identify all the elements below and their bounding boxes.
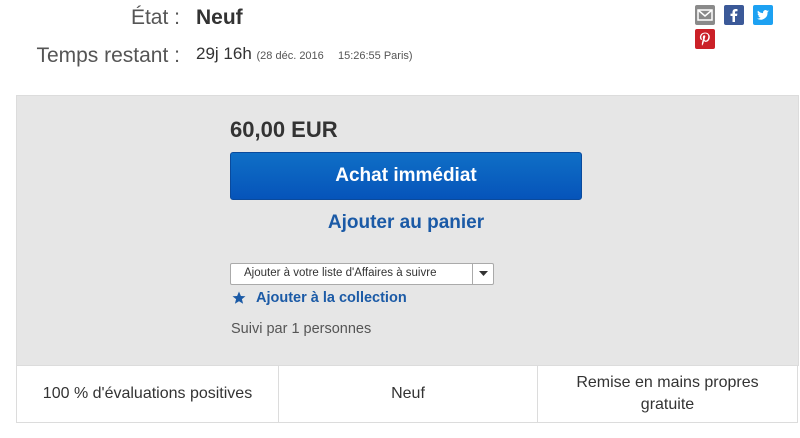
add-to-collection-label: Ajouter à la collection — [256, 290, 407, 306]
buy-now-button[interactable]: Achat immédiat — [230, 152, 582, 200]
add-to-cart-link[interactable]: Ajouter au panier — [230, 212, 582, 234]
pickup-line-2: gratuite — [640, 396, 695, 413]
condition-highlight: Neuf — [278, 366, 537, 422]
condition-value: Neuf — [196, 6, 243, 29]
item-highlights: 100 % d'évaluations positives Neuf Remis… — [16, 365, 798, 423]
condition-label: État : — [130, 6, 180, 29]
pickup-line-1: Remise en mains propres — [576, 374, 759, 391]
pickup-highlight: Remise en mains propres gratuite — [537, 366, 797, 422]
followers-count: Suivi par 1 personnes — [231, 321, 372, 337]
time-left-value: 29j 16h (28 déc. 2016 15:26:55 Paris) — [196, 44, 413, 64]
feedback-highlight: 100 % d'évaluations positives — [42, 385, 253, 402]
dropdown-toggle[interactable] — [472, 264, 493, 284]
add-to-collection-link[interactable]: Ajouter à la collection — [232, 290, 407, 306]
end-date: (28 déc. 2016 — [256, 50, 324, 62]
watchlist-select[interactable]: Ajouter à votre liste d'Affaires à suivr… — [230, 263, 494, 285]
star-icon — [232, 291, 246, 304]
price: 60,00 EUR — [230, 117, 338, 142]
facebook-icon[interactable] — [724, 5, 744, 25]
pinterest-icon[interactable] — [695, 29, 715, 49]
time-left-remaining: 29j 16h — [196, 44, 252, 63]
end-time: 15:26:55 Paris) — [337, 50, 413, 62]
watchlist-selected-option: Ajouter à votre liste d'Affaires à suivr… — [244, 267, 437, 279]
chevron-down-icon — [478, 271, 488, 276]
mail-icon[interactable] — [695, 5, 715, 25]
time-left-label: Temps restant : — [36, 44, 180, 67]
twitter-icon[interactable] — [753, 5, 773, 25]
